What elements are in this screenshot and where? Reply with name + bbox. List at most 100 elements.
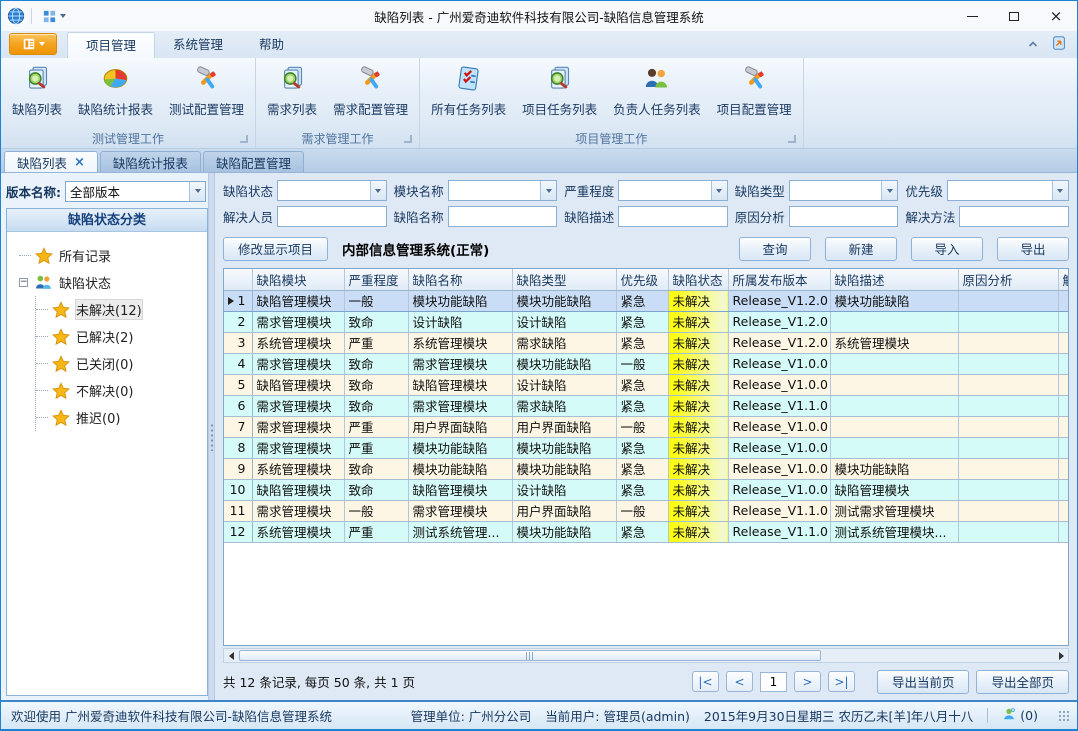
cell[interactable]: 需求缺陷 — [512, 332, 616, 353]
chevron-down-icon[interactable] — [189, 182, 205, 201]
cell[interactable] — [1058, 311, 1069, 332]
cell[interactable]: 需求管理模块 — [252, 353, 344, 374]
cell[interactable] — [830, 374, 958, 395]
cell[interactable]: 用户界面缺陷 — [512, 500, 616, 521]
row-number-cell[interactable]: 3 — [224, 332, 252, 353]
cell[interactable] — [1058, 500, 1069, 521]
dialog-launcher-icon[interactable] — [788, 135, 796, 143]
cell[interactable]: 需求管理模块 — [408, 395, 512, 416]
cell[interactable]: 缺陷管理模块 — [252, 479, 344, 500]
scroll-right-icon[interactable] — [1054, 649, 1068, 662]
import-button[interactable]: 导入 — [911, 237, 983, 261]
column-header-8[interactable]: 原因分析 — [958, 269, 1058, 290]
column-header-6[interactable]: 所属发布版本 — [728, 269, 830, 290]
cell[interactable]: Release_V1.2.0 — [728, 311, 830, 332]
ribbon-button-requirement-config[interactable]: 需求配置管理 — [325, 62, 416, 121]
cell[interactable]: 未解决 — [668, 479, 728, 500]
chevron-down-icon[interactable] — [711, 181, 727, 200]
filter-combo-module-name[interactable] — [448, 180, 558, 201]
cell[interactable]: Release_V1.1.0 — [728, 521, 830, 542]
next-page-button[interactable]: > — [794, 671, 821, 692]
table-row[interactable]: 4需求管理模块致命需求管理模块模块功能缺陷一般未解决Release_V1.0.0 — [224, 353, 1069, 374]
cell[interactable] — [958, 416, 1058, 437]
cell[interactable]: 模块功能缺陷 — [830, 458, 958, 479]
scrollbar-thumb[interactable] — [239, 650, 821, 661]
table-row[interactable]: 12系统管理模块严重测试系统管理...模块功能缺陷紧急未解决Release_V1… — [224, 521, 1069, 542]
cell[interactable]: 模块功能缺陷 — [512, 521, 616, 542]
cell[interactable]: Release_V1.1.0 — [728, 500, 830, 521]
cell[interactable]: 严重 — [344, 332, 408, 353]
first-page-button[interactable]: |< — [692, 671, 719, 692]
cell[interactable]: 未解决 — [668, 332, 728, 353]
filter-combo-defect-status[interactable] — [277, 180, 387, 201]
cell[interactable]: 紧急 — [616, 395, 668, 416]
cell[interactable]: Release_V1.0.0 — [728, 437, 830, 458]
horizontal-scrollbar[interactable] — [223, 648, 1069, 663]
table-row[interactable]: 10缺陷管理模块致命缺陷管理模块设计缺陷紧急未解决Release_V1.0.0缺… — [224, 479, 1069, 500]
table-row[interactable]: 9系统管理模块致命模块功能缺陷模块功能缺陷紧急未解决Release_V1.0.0… — [224, 458, 1069, 479]
row-number-cell[interactable]: 10 — [224, 479, 252, 500]
cell[interactable] — [1058, 353, 1069, 374]
cell[interactable]: 需求管理模块 — [252, 416, 344, 437]
cell[interactable]: 模块功能缺陷 — [512, 458, 616, 479]
cell[interactable] — [1058, 374, 1069, 395]
column-header-5[interactable]: 缺陷状态 — [668, 269, 728, 290]
cell[interactable]: 紧急 — [616, 479, 668, 500]
query-button[interactable]: 查询 — [739, 237, 811, 261]
cell[interactable]: 设计缺陷 — [408, 311, 512, 332]
cell[interactable]: 需求管理模块 — [252, 500, 344, 521]
tree-item-resolved[interactable]: 已解决(2) — [36, 323, 205, 350]
cell[interactable]: 一般 — [616, 353, 668, 374]
cell[interactable]: 设计缺陷 — [512, 479, 616, 500]
cell[interactable]: 未解决 — [668, 395, 728, 416]
cell[interactable] — [958, 479, 1058, 500]
cell[interactable]: 紧急 — [616, 521, 668, 542]
cell[interactable] — [958, 332, 1058, 353]
filter-combo-priority[interactable] — [947, 180, 1069, 201]
ribbon-tab-系统管理[interactable]: 系统管理 — [155, 32, 241, 58]
cell[interactable]: 紧急 — [616, 290, 668, 311]
table-row[interactable]: 2需求管理模块致命设计缺陷设计缺陷紧急未解决Release_V1.2.0 — [224, 311, 1069, 332]
tree-item-defect-status[interactable]: −缺陷状态 — [19, 269, 205, 296]
cell[interactable]: 严重 — [344, 416, 408, 437]
table-row[interactable]: 11需求管理模块一般需求管理模块用户界面缺陷一般未解决Release_V1.1.… — [224, 500, 1069, 521]
quick-access-toolbar[interactable] — [38, 7, 70, 26]
ribbon-tab-项目管理[interactable]: 项目管理 — [67, 32, 155, 58]
cell[interactable] — [1058, 290, 1069, 311]
cell[interactable]: 需求管理模块 — [252, 437, 344, 458]
row-number-cell[interactable]: 12 — [224, 521, 252, 542]
new-button[interactable]: 新建 — [825, 237, 897, 261]
cell[interactable]: 未解决 — [668, 353, 728, 374]
table-row[interactable]: 8需求管理模块严重模块功能缺陷模块功能缺陷紧急未解决Release_V1.0.0 — [224, 437, 1069, 458]
cell[interactable]: 紧急 — [616, 437, 668, 458]
cell[interactable] — [958, 437, 1058, 458]
column-header-2[interactable]: 缺陷名称 — [408, 269, 512, 290]
cell[interactable] — [830, 437, 958, 458]
cell[interactable] — [1058, 395, 1069, 416]
cell[interactable]: 需求管理模块 — [252, 311, 344, 332]
cell[interactable]: 未解决 — [668, 437, 728, 458]
cell[interactable] — [1058, 437, 1069, 458]
cell[interactable]: 紧急 — [616, 374, 668, 395]
cell[interactable] — [958, 395, 1058, 416]
cell[interactable]: 一般 — [344, 290, 408, 311]
app-menu-button[interactable] — [9, 33, 57, 55]
modify-columns-button[interactable]: 修改显示项目 — [223, 237, 328, 261]
tree-item-all-records[interactable]: 所有记录 — [19, 242, 205, 269]
cell[interactable]: 需求管理模块 — [408, 353, 512, 374]
cell[interactable]: 未解决 — [668, 290, 728, 311]
cell[interactable]: 严重 — [344, 437, 408, 458]
cell[interactable]: 未解决 — [668, 311, 728, 332]
cell[interactable]: 缺陷管理模块 — [408, 479, 512, 500]
close-button[interactable]: × — [1035, 2, 1077, 31]
cell[interactable]: 系统管理模块 — [408, 332, 512, 353]
cell[interactable]: 模块功能缺陷 — [408, 290, 512, 311]
row-number-cell[interactable]: 6 — [224, 395, 252, 416]
cell[interactable]: 缺陷管理模块 — [408, 374, 512, 395]
cell[interactable] — [830, 395, 958, 416]
cell[interactable]: 未解决 — [668, 521, 728, 542]
export-current-page-button[interactable]: 导出当前页 — [877, 670, 970, 694]
column-header-9[interactable]: 解决方法 — [1058, 269, 1069, 290]
tree-item-wont-fix[interactable]: 不解决(0) — [36, 377, 205, 404]
table-row[interactable]: 5缺陷管理模块致命缺陷管理模块设计缺陷紧急未解决Release_V1.0.0 — [224, 374, 1069, 395]
